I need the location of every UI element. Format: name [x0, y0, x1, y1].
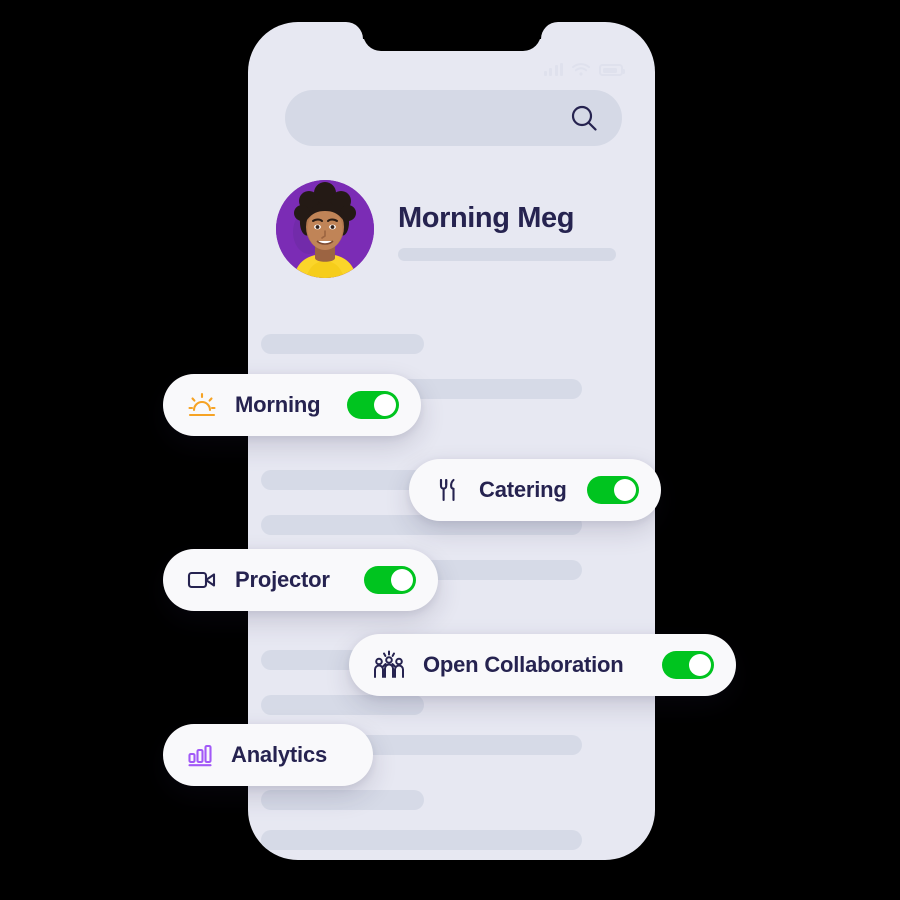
toggle-knob [689, 654, 711, 676]
battery-icon [599, 64, 625, 76]
page-title: Morning Meg [398, 202, 575, 234]
wifi-icon [572, 63, 590, 76]
content-placeholder-row [261, 830, 582, 850]
pill-label-catering: Catering [479, 477, 567, 502]
profile-subtitle-placeholder [398, 248, 616, 261]
signal-bars-icon [543, 63, 563, 76]
video-camera-icon [187, 569, 217, 591]
pill-analytics[interactable]: Analytics [163, 724, 373, 786]
pill-label-analytics: Analytics [231, 742, 328, 767]
toggle-pill-open-collaboration[interactable]: Open Collaboration [349, 634, 736, 696]
bar-chart-icon [187, 742, 213, 768]
toggle-pill-projector[interactable]: Projector [163, 549, 438, 611]
pill-label-morning: Morning [235, 392, 321, 417]
avatar[interactable] [276, 180, 374, 278]
content-placeholder-row [261, 334, 424, 354]
people-celebrate-icon [373, 650, 405, 680]
pill-label-open-collaboration: Open Collaboration [423, 652, 624, 677]
sunrise-icon [187, 391, 217, 419]
screenshot-stage: Morning Meg Morning Catering Projector O… [0, 0, 900, 900]
toggle-knob [391, 569, 413, 591]
toggle-pill-morning[interactable]: Morning [163, 374, 421, 436]
toggle-knob [614, 479, 636, 501]
toggle-knob [374, 394, 396, 416]
toggle-switch-catering[interactable] [587, 476, 639, 504]
content-placeholder-row [261, 790, 424, 810]
content-placeholder-row [261, 470, 424, 490]
content-placeholder-row [261, 695, 424, 715]
toggle-switch-projector[interactable] [364, 566, 416, 594]
search-icon[interactable] [570, 104, 598, 137]
fork-knife-icon [435, 476, 459, 504]
search-input[interactable] [285, 90, 622, 146]
status-bar [543, 60, 625, 76]
toggle-switch-morning[interactable] [347, 391, 399, 419]
phone-notch [362, 22, 541, 51]
pill-label-projector: Projector [235, 567, 330, 592]
toggle-switch-open-collaboration[interactable] [662, 651, 714, 679]
toggle-pill-catering[interactable]: Catering [409, 459, 661, 521]
